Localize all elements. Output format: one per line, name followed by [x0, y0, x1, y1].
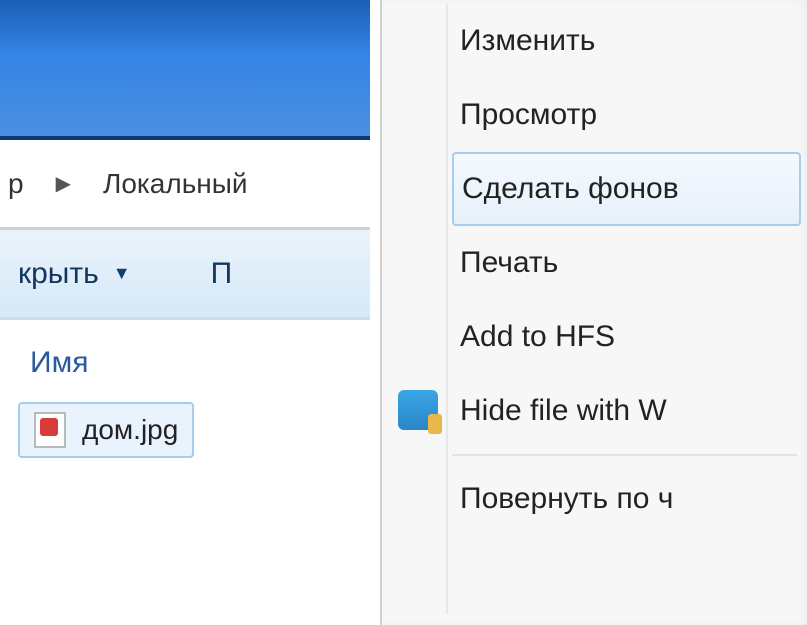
explorer-toolbar: крыть ▼ П: [0, 230, 370, 320]
address-bar[interactable]: р ▶ Локальный: [0, 140, 370, 230]
window-titlebar[interactable]: [0, 0, 370, 140]
dropdown-arrow-icon: ▼: [113, 263, 131, 284]
context-menu-item-label: Изменить: [460, 24, 595, 58]
open-button-label: крыть: [18, 257, 99, 291]
context-menu-separator: [452, 454, 797, 456]
breadcrumb-arrow-icon: ▶: [56, 171, 71, 196]
context-menu: Изменить Просмотр Сделать фонов Печать Add t…: [380, 0, 807, 625]
explorer-window: р ▶ Локальный крыть ▼ П Имя дом.jpg: [0, 0, 370, 625]
context-menu-item-label: Сделать фонов: [462, 172, 679, 206]
context-menu-item-label: Просмотр: [460, 98, 597, 132]
image-file-icon: [34, 412, 66, 448]
context-menu-item-label: Add to HFS: [460, 320, 615, 354]
file-name-label: дом.jpg: [82, 414, 178, 446]
file-listing: Имя дом.jpg: [0, 320, 370, 458]
context-menu-item-label: Повернуть по ч: [460, 482, 673, 516]
folder-icon: [398, 390, 438, 430]
column-header-name[interactable]: Имя: [18, 320, 352, 402]
context-menu-item-label: Hide file with W: [460, 394, 667, 428]
context-menu-item-label: Печать: [460, 246, 558, 280]
toolbar-button-2[interactable]: П: [201, 253, 243, 295]
open-button[interactable]: крыть ▼: [8, 253, 141, 295]
toolbar-button-2-label: П: [211, 257, 233, 291]
file-row[interactable]: дом.jpg: [18, 402, 194, 458]
breadcrumb-seg-1[interactable]: р: [8, 168, 24, 200]
breadcrumb-seg-2[interactable]: Локальный: [103, 168, 248, 200]
context-menu-item[interactable]: Сделать фонов: [452, 152, 801, 226]
context-menu-icon-column: [390, 4, 448, 614]
